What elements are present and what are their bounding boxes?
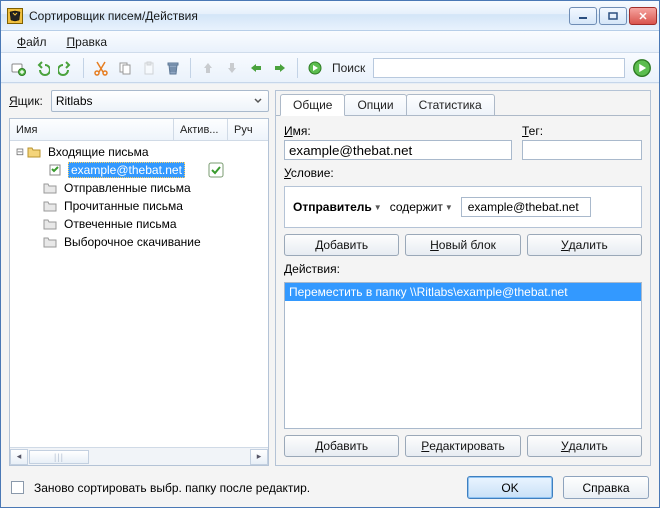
resort-label: Заново сортировать выбр. папку после ред…: [34, 481, 310, 495]
toolbar-sep: [83, 58, 84, 78]
add-icon[interactable]: [7, 57, 29, 79]
delete-icon[interactable]: [162, 57, 184, 79]
tab-general[interactable]: Общие: [280, 94, 345, 116]
mailbox-combo[interactable]: Ritlabs: [51, 90, 269, 112]
right-pane: Общие Опции Статистика Имя: Тег:: [275, 90, 651, 466]
close-button[interactable]: [629, 7, 657, 25]
move-up-icon: [197, 57, 219, 79]
condition-subject-dropdown[interactable]: Отправитель ▼: [293, 200, 382, 214]
cond-delete-button[interactable]: Удалить: [527, 234, 642, 256]
menu-file[interactable]: Файл: [7, 33, 57, 51]
client-area: Ящик: Ritlabs Имя Актив... Руч ⊟: [1, 83, 659, 507]
chevron-down-icon: ▼: [445, 203, 453, 212]
condition-label: Условие:: [284, 166, 642, 180]
tree-node-inbox[interactable]: ⊟ Входящие письма: [10, 143, 268, 161]
rules-tree: Имя Актив... Руч ⊟ Входящие письма examp…: [9, 118, 269, 466]
titlebar: Сортировщик писем/Действия: [1, 1, 659, 31]
actions-label: Действия:: [284, 262, 642, 276]
mailbox-label: Ящик:: [9, 94, 43, 108]
minimize-button[interactable]: [569, 7, 597, 25]
move-right-icon[interactable]: [269, 57, 291, 79]
folder-icon: [26, 144, 42, 160]
folder-icon: [42, 216, 58, 232]
col-name[interactable]: Имя: [10, 119, 174, 140]
menu-edit[interactable]: Правка: [57, 33, 118, 51]
redo-icon[interactable]: [55, 57, 77, 79]
window: Сортировщик писем/Действия Файл Правка П…: [0, 0, 660, 508]
resort-checkbox[interactable]: [11, 481, 24, 494]
condition-buttons: Добавить Новый блок Удалить: [284, 234, 642, 256]
scroll-right-icon[interactable]: ▸: [250, 449, 268, 465]
left-pane: Ящик: Ritlabs Имя Актив... Руч ⊟: [9, 90, 269, 466]
move-down-icon: [221, 57, 243, 79]
mailbox-row: Ящик: Ritlabs: [9, 90, 269, 112]
move-left-icon[interactable]: [245, 57, 267, 79]
window-title: Сортировщик писем/Действия: [29, 9, 569, 23]
tabs: Общие Опции Статистика: [276, 91, 650, 115]
copy-icon[interactable]: [114, 57, 136, 79]
tree-header: Имя Актив... Руч: [10, 119, 268, 141]
tree-node-replied[interactable]: Отвеченные письма: [10, 215, 268, 233]
active-check-icon[interactable]: [208, 162, 224, 178]
condition-value[interactable]: example@thebat.net: [461, 197, 591, 217]
name-label: Имя:: [284, 124, 512, 138]
tab-panel-general: Имя: Тег: Условие: Отправитель ▼ содержи…: [276, 115, 650, 465]
tag-input[interactable]: [522, 140, 642, 160]
action-edit-button[interactable]: Редактировать: [405, 435, 520, 457]
actions-list[interactable]: Переместить в папку \\Ritlabs\example@th…: [284, 282, 642, 429]
tree-node-outbox[interactable]: Отправленные письма: [10, 179, 268, 197]
tag-col: Тег:: [522, 124, 642, 160]
menubar: Файл Правка: [1, 31, 659, 53]
toolbar: Поиск: [1, 53, 659, 83]
app-icon: [7, 8, 23, 24]
search-label: Поиск: [332, 61, 365, 75]
collapse-icon[interactable]: ⊟: [14, 147, 26, 158]
chevron-down-icon: [252, 97, 264, 105]
scroll-left-icon[interactable]: ◂: [10, 449, 28, 465]
col-active[interactable]: Актив...: [174, 119, 228, 140]
actions-buttons: Добавить Редактировать Удалить: [284, 435, 642, 457]
toolbar-sep2: [190, 58, 191, 78]
action-item[interactable]: Переместить в папку \\Ritlabs\example@th…: [285, 283, 641, 301]
undo-icon[interactable]: [31, 57, 53, 79]
cond-add-button[interactable]: Добавить: [284, 234, 399, 256]
action-add-button[interactable]: Добавить: [284, 435, 399, 457]
cond-newblock-button[interactable]: Новый блок: [405, 234, 520, 256]
toolbar-sep3: [297, 58, 298, 78]
tree-body[interactable]: ⊟ Входящие письма example@thebat.net: [10, 141, 268, 447]
horizontal-scrollbar[interactable]: ◂ ||| ▸: [10, 447, 268, 465]
name-input[interactable]: [284, 140, 512, 160]
search-go-icon[interactable]: [631, 57, 653, 79]
paste-icon: [138, 57, 160, 79]
search-start-icon[interactable]: [304, 57, 326, 79]
window-buttons: [569, 7, 657, 25]
tree-node-read[interactable]: Прочитанные письма: [10, 197, 268, 215]
tab-stats[interactable]: Статистика: [406, 94, 495, 115]
rule-icon: [48, 162, 64, 178]
scroll-thumb[interactable]: |||: [29, 450, 89, 464]
col-manual[interactable]: Руч: [228, 119, 268, 140]
name-col: Имя:: [284, 124, 512, 160]
cut-icon[interactable]: [90, 57, 112, 79]
search-input[interactable]: [373, 58, 625, 78]
help-button[interactable]: Справка: [563, 476, 649, 499]
folder-icon: [42, 198, 58, 214]
action-delete-button[interactable]: Удалить: [527, 435, 642, 457]
tab-options[interactable]: Опции: [344, 94, 406, 115]
chevron-down-icon: ▼: [374, 203, 382, 212]
ok-button[interactable]: OK: [467, 476, 553, 499]
tag-label: Тег:: [522, 124, 642, 138]
bottom-bar: Заново сортировать выбр. папку после ред…: [9, 472, 651, 501]
mailbox-combo-value: Ritlabs: [56, 94, 93, 108]
maximize-button[interactable]: [599, 7, 627, 25]
name-row: Имя: Тег:: [284, 124, 642, 160]
folder-icon: [42, 234, 58, 250]
main-row: Ящик: Ritlabs Имя Актив... Руч ⊟: [9, 90, 651, 466]
condition-editor: Отправитель ▼ содержит ▼ example@thebat.…: [284, 186, 642, 228]
tree-node-selective[interactable]: Выборочное скачивание: [10, 233, 268, 251]
tree-node-rule-1[interactable]: example@thebat.net: [10, 161, 268, 179]
folder-icon: [42, 180, 58, 196]
condition-verb-dropdown[interactable]: содержит ▼: [390, 200, 453, 214]
